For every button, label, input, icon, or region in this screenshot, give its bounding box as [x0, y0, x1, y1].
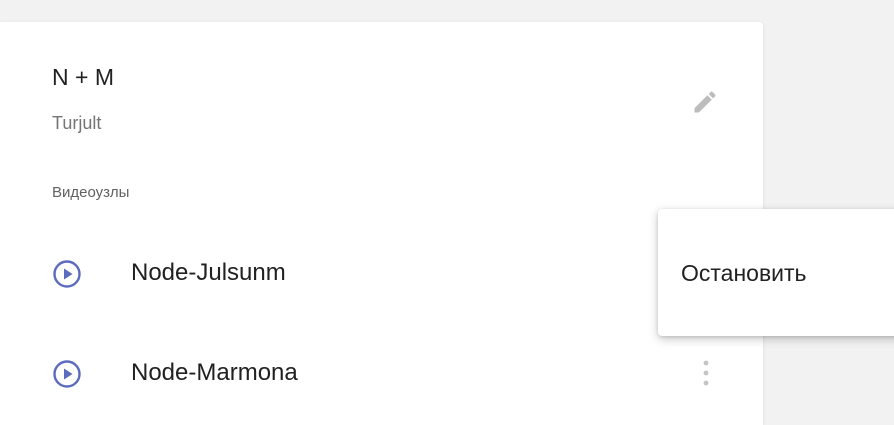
pencil-icon [694, 91, 716, 113]
list-item[interactable]: Node-Marmona [40, 345, 740, 401]
node-label: Node-Marmona [131, 359, 298, 386]
more-options-button[interactable] [692, 353, 720, 393]
more-vertical-icon [703, 360, 709, 386]
group-title: N + M [52, 64, 114, 90]
group-subtitle: Turjult [52, 113, 102, 133]
node-label: Node-Julsunm [131, 259, 286, 286]
play-circle-icon[interactable] [52, 359, 82, 389]
context-menu: Остановить [658, 209, 894, 336]
list-item[interactable]: Node-Julsunm [40, 245, 740, 301]
play-circle-icon[interactable] [52, 259, 82, 289]
menu-item-label: Остановить [681, 260, 807, 286]
edit-button[interactable] [683, 80, 727, 124]
menu-item-stop[interactable]: Остановить [658, 249, 894, 297]
section-label-video-nodes: Видеоузлы [52, 184, 130, 201]
